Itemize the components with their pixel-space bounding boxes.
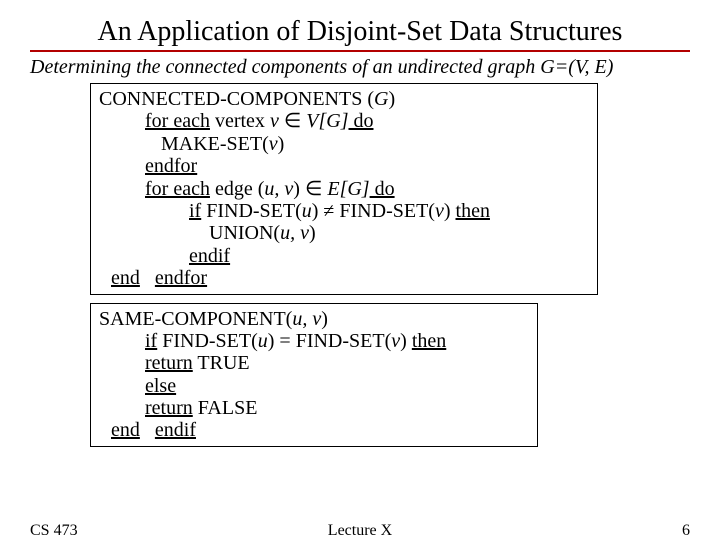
cc-end: end <box>99 267 140 289</box>
cc-l5-find1: FIND-SET( <box>201 200 302 222</box>
sc-l1-find2: ) = FIND-SET( <box>268 330 392 352</box>
sc-l1-v: v <box>391 330 400 352</box>
cc-l4-c: , <box>274 178 284 200</box>
cc-header-close: ) <box>388 88 395 110</box>
cc-l1-for: for each <box>145 110 210 132</box>
cc-l6-u: u <box>280 222 290 244</box>
cc-l2-v: v <box>269 133 278 155</box>
cc-line3: endfor <box>99 155 589 177</box>
cc-l4-do: do <box>370 178 395 200</box>
sc-l1-then: then <box>412 330 446 352</box>
cc-l7-endif: endif <box>189 245 230 267</box>
title-underline <box>30 50 690 52</box>
sc-l4-false: FALSE <box>193 397 258 419</box>
cc-l5-close: ) <box>444 200 456 222</box>
cc-l6-c: , <box>290 222 300 244</box>
sc-l1-close: ) <box>400 330 412 352</box>
subtitle-graph: G=(V, E) <box>540 56 613 78</box>
cc-l1-set: V[G] <box>306 110 348 132</box>
cc-line5: if FIND-SET(u) ≠ FIND-SET(v) then <box>99 200 589 222</box>
slide: An Application of Disjoint-Set Data Stru… <box>0 0 720 540</box>
cc-l6-union: UNION( <box>209 222 280 244</box>
sc-header-c: , <box>302 308 312 330</box>
cc-l4-close: ) <box>293 178 300 200</box>
cc-header-arg: G <box>374 88 388 110</box>
cc-l1-do: do <box>348 110 373 132</box>
cc-l1-in: ∈ <box>279 110 306 132</box>
cc-l4-edge: edge ( <box>210 178 264 200</box>
subtitle-text: Determining the connected components of … <box>30 56 540 78</box>
sc-l3-else: else <box>145 375 176 397</box>
sc-l2-return: return <box>145 352 193 374</box>
cc-l1-v: v <box>270 110 279 132</box>
cc-l2-make: MAKE-SET( <box>161 133 269 155</box>
cc-header-text: CONNECTED-COMPONENTS ( <box>99 88 374 110</box>
cc-line1: for each vertex v ∈ V[G] do <box>99 110 589 132</box>
slide-title: An Application of Disjoint-Set Data Stru… <box>30 16 690 48</box>
cc-line2: MAKE-SET(v) <box>99 133 589 155</box>
sc-line5-row: end endif <box>99 419 529 441</box>
sc-line4: return FALSE <box>99 397 529 419</box>
cc-l6-close: ) <box>309 222 316 244</box>
cc-header: CONNECTED-COMPONENTS (G) <box>99 88 589 110</box>
cc-l4-for: for each <box>145 178 210 200</box>
cc-line7: endif <box>99 245 589 267</box>
sc-line1: if FIND-SET(u) = FIND-SET(v) then <box>99 330 529 352</box>
cc-l8-endfor: endfor <box>145 267 207 289</box>
sc-line2: return TRUE <box>99 352 529 374</box>
cc-l5-find2: ) ≠ FIND-SET( <box>312 200 435 222</box>
sc-l1-find1: FIND-SET( <box>157 330 258 352</box>
cc-l6-v: v <box>300 222 309 244</box>
cc-l4-v: v <box>284 178 293 200</box>
sc-l1-if: if <box>145 330 157 352</box>
cc-l4-u: u <box>264 178 274 200</box>
footer-right: 6 <box>682 522 690 540</box>
sc-header: SAME-COMPONENT(u, v) <box>99 308 529 330</box>
sc-header-v: v <box>312 308 321 330</box>
cc-line6: UNION(u, v) <box>99 222 589 244</box>
cc-l4-in: ∈ <box>300 178 327 200</box>
sc-l4-return: return <box>145 397 193 419</box>
cc-l2-close: ) <box>278 133 285 155</box>
cc-l5-v: v <box>435 200 444 222</box>
cc-l3-endfor: endfor <box>145 155 197 177</box>
sc-header-u: u <box>292 308 302 330</box>
sc-l5-endif: endif <box>145 419 196 441</box>
cc-l5-if: if <box>189 200 201 222</box>
cc-line4: for each edge (u, v) ∈ E[G] do <box>99 178 589 200</box>
footer-center: Lecture X <box>30 522 690 540</box>
sc-l2-true: TRUE <box>193 352 250 374</box>
cc-l5-u: u <box>302 200 312 222</box>
cc-l1-vertex: vertex <box>210 110 270 132</box>
cc-l5-then: then <box>456 200 490 222</box>
algorithm-box-connected-components: CONNECTED-COMPONENTS (G) for each vertex… <box>90 83 598 295</box>
cc-line8-row: end endfor <box>99 267 589 289</box>
algorithm-box-same-component: SAME-COMPONENT(u, v) if FIND-SET(u) = FI… <box>90 303 538 447</box>
cc-l4-set: E[G] <box>327 178 369 200</box>
sc-l1-u: u <box>258 330 268 352</box>
sc-end: end <box>99 419 140 441</box>
sc-header-text: SAME-COMPONENT( <box>99 308 292 330</box>
sc-header-close: ) <box>321 308 328 330</box>
sc-line3: else <box>99 375 529 397</box>
slide-subtitle: Determining the connected components of … <box>30 56 690 79</box>
